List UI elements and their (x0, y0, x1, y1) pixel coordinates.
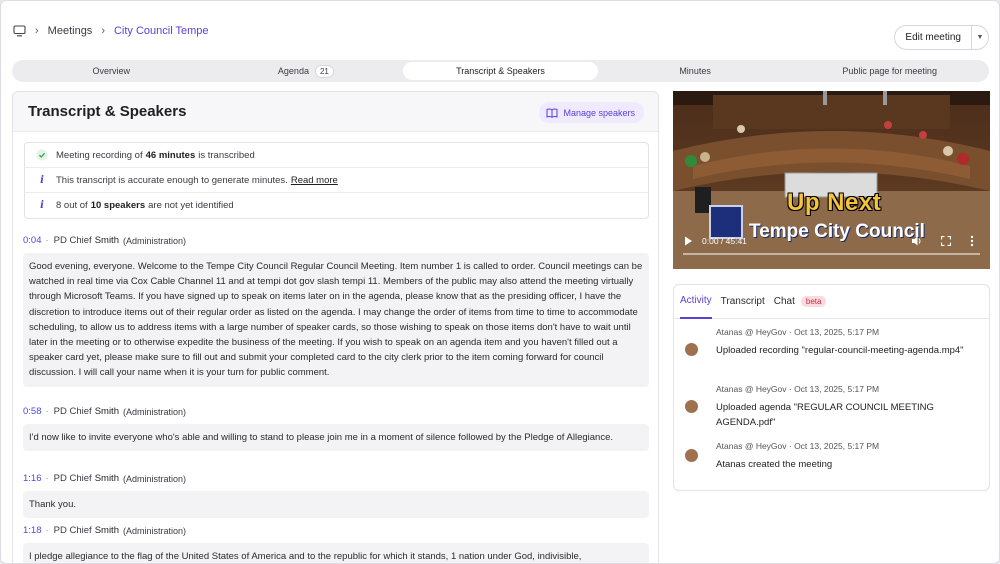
avatar (685, 449, 698, 462)
segment-text[interactable]: Good evening, everyone. Welcome to the T… (23, 253, 649, 387)
segment-header: 0:04 · PD Chief Smith (Administration) (23, 235, 187, 246)
more-vertical-icon[interactable] (970, 235, 974, 247)
segment-header: 1:18 · PD Chief Smith (Administration) (23, 525, 187, 536)
speaker-name[interactable]: Smith (95, 406, 119, 417)
page-header: › Meetings › City Council Tempe Edit mee… (1, 1, 999, 61)
breadcrumb-current[interactable]: City Council Tempe (114, 25, 209, 37)
segment-text[interactable]: I'd now like to invite everyone who's ab… (23, 424, 649, 452)
tab-overview[interactable]: Overview (14, 62, 209, 80)
check-circle-icon (35, 149, 49, 161)
segment-timestamp[interactable]: 0:58 (23, 406, 42, 417)
avatar (685, 400, 698, 413)
speaker-role: (Administration) (122, 235, 187, 246)
transcript-panel-header: Transcript & Speakers Manage speakers (13, 92, 658, 132)
speaker-title: PD Chief (53, 525, 92, 536)
video-progress-track[interactable] (683, 253, 980, 255)
video-player[interactable]: Up Next Tempe City Council 0:00 / 45:41 (673, 91, 990, 269)
breadcrumb-meetings[interactable]: Meetings (48, 25, 93, 37)
status-row-speakers: i 8 out of 10 speakers are not yet ident… (25, 193, 648, 218)
transcript-segment: 1:16 · PD Chief Smith (Administration) T… (23, 473, 649, 519)
speaker-name[interactable]: Smith (95, 235, 119, 246)
transcript-panel[interactable]: Transcript & Speakers Manage speakers Me… (12, 91, 659, 563)
segment-text[interactable]: I pledge allegiance to the flag of the U… (23, 543, 649, 563)
activity-meta: Atanas @ HeyGov · Oct 13, 2025, 5:17 PM (716, 384, 880, 394)
activity-tabs: Activity Transcript Chat beta (674, 285, 989, 319)
beta-badge: beta (800, 296, 827, 307)
chevron-right-icon: › (101, 25, 105, 37)
video-time: 0:00 / 45:41 (702, 236, 747, 246)
manage-speakers-button[interactable]: Manage speakers (539, 102, 644, 123)
tab-transcript[interactable]: Transcript (721, 285, 765, 319)
tab-minutes[interactable]: Minutes (598, 62, 793, 80)
activity-text: Uploaded agenda "REGULAR COUNCIL MEETING… (716, 402, 934, 428)
speaker-title: PD Chief (53, 235, 92, 246)
fullscreen-icon[interactable] (941, 236, 951, 246)
edit-meeting-group: Edit meeting ▼ (894, 25, 989, 50)
speaker-role: (Administration) (122, 525, 187, 536)
tab-activity[interactable]: Activity (680, 285, 712, 319)
info-icon: i (40, 200, 44, 211)
play-icon[interactable] (684, 236, 693, 246)
activity-meta: Atanas @ HeyGov · Oct 13, 2025, 5:17 PM (716, 327, 880, 337)
speaker-title: PD Chief (53, 406, 92, 417)
monitor-icon[interactable] (13, 25, 26, 37)
edit-meeting-button[interactable]: Edit meeting (895, 26, 972, 49)
book-icon (546, 108, 558, 118)
volume-icon[interactable] (911, 235, 923, 247)
info-icon: i (40, 174, 44, 186)
agenda-count-badge: 21 (314, 64, 334, 78)
page-title: Transcript & Speakers (28, 103, 187, 120)
activity-meta: Atanas @ HeyGov · Oct 13, 2025, 5:17 PM (716, 441, 880, 451)
tab-transcript-speakers[interactable]: Transcript & Speakers (403, 62, 598, 80)
segment-text[interactable]: Thank you. (23, 491, 649, 519)
tab-agenda[interactable]: Agenda 21 (209, 62, 404, 80)
speaker-role: (Administration) (122, 473, 187, 484)
activity-text: Uploaded recording "regular-council-meet… (716, 345, 964, 356)
segment-timestamp[interactable]: 1:18 (23, 525, 42, 536)
chevron-right-icon: › (35, 25, 39, 37)
chevron-down-icon[interactable]: ▼ (972, 26, 988, 49)
video-overlay-title: Up Next (787, 189, 882, 216)
transcript-segment: 1:18 · PD Chief Smith (Administration) I… (23, 525, 649, 563)
status-row-recording: Meeting recording of 46 minutes is trans… (25, 143, 648, 168)
tab-public-page[interactable]: Public page for meeting (792, 62, 987, 80)
segment-header: 1:16 · PD Chief Smith (Administration) (23, 473, 187, 484)
transcript-segment: 0:04 · PD Chief Smith (Administration) G… (23, 235, 649, 387)
speaker-name[interactable]: Smith (95, 525, 119, 536)
tab-chat[interactable]: Chat beta (774, 285, 827, 319)
avatar (685, 343, 698, 356)
transcript-segment: 0:58 · PD Chief Smith (Administration) I… (23, 406, 649, 452)
activity-text: Atanas created the meeting (716, 459, 833, 470)
breadcrumb: › Meetings › City Council Tempe (13, 25, 209, 37)
activity-panel: Activity Transcript Chat beta Atanas @ He… (673, 284, 990, 491)
segment-timestamp[interactable]: 0:04 (23, 235, 42, 246)
meeting-tabs: Overview Agenda 21 Transcript & Speakers … (12, 60, 989, 82)
app-window: › Meetings › City Council Tempe Edit mee… (0, 0, 1000, 564)
speaker-name[interactable]: Smith (95, 473, 119, 484)
segment-header: 0:58 · PD Chief Smith (Administration) (23, 406, 187, 417)
segment-timestamp[interactable]: 1:16 (23, 473, 42, 484)
status-row-accuracy: i This transcript is accurate enough to … (25, 168, 648, 193)
transcript-status-box: Meeting recording of 46 minutes is trans… (24, 142, 649, 219)
speaker-title: PD Chief (53, 473, 92, 484)
speaker-role: (Administration) (122, 406, 187, 417)
video-controls: 0:00 / 45:41 (673, 231, 990, 269)
read-more-link[interactable]: Read more (291, 175, 338, 186)
